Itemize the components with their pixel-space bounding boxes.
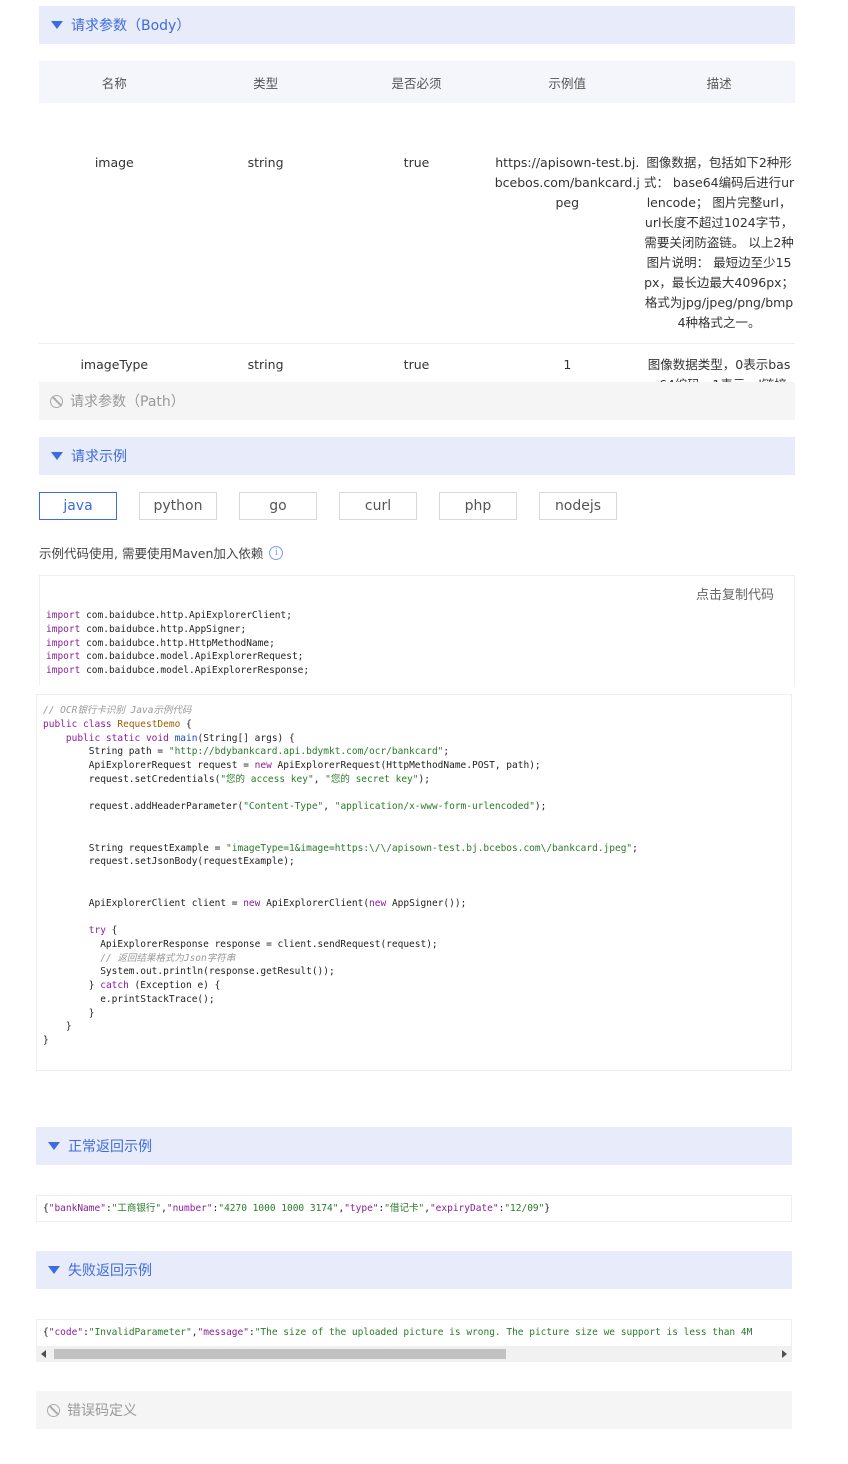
header-name: 名称 (39, 61, 190, 103)
section-title: 请求参数（Body） (71, 18, 191, 34)
table-row: image string true https://apisown-test.b… (39, 103, 795, 344)
imports-code: import com.baidubce.http.ApiExplorerClie… (46, 610, 310, 676)
header-type: 类型 (189, 61, 342, 103)
horizontal-scrollbar[interactable] (36, 1346, 792, 1362)
header-example: 示例值 (491, 61, 644, 103)
scroll-right-icon[interactable] (782, 1350, 787, 1358)
ban-icon (47, 1403, 60, 1417)
section-body-params[interactable]: 请求参数（Body） (39, 6, 795, 44)
caret-down-icon (51, 452, 63, 460)
section-request-example[interactable]: 请求示例 (39, 437, 795, 475)
cell-description: 图像数据，包括如下2种形式： base64编码后进行urlencode； 图片完… (643, 103, 795, 344)
language-tabs: java python go curl php nodejs (39, 492, 639, 520)
tab-curl[interactable]: curl (339, 492, 417, 520)
header-description: 描述 (643, 61, 795, 103)
main-code: // OCR银行卡识别 Java示例代码 public class Reques… (43, 705, 638, 1046)
section-error-codes[interactable]: 错误码定义 (36, 1391, 792, 1429)
normal-response-code: {"bankName":"工商银行","number":"4270 1000 1… (36, 1195, 792, 1222)
caret-down-icon (48, 1142, 60, 1150)
failed-response-code: {"code":"InvalidParameter","message":"Th… (36, 1319, 792, 1346)
params-table: 名称 类型 是否必须 示例值 描述 image string true http… (39, 61, 795, 405)
imports-code-box: 点击复制代码 import com.baidubce.http.ApiExplo… (39, 575, 795, 685)
cell-required: true (341, 103, 492, 344)
section-title: 错误码定义 (67, 1403, 137, 1419)
section-path-params[interactable]: 请求参数（Path） (39, 382, 795, 420)
caret-down-icon (48, 1266, 60, 1274)
tab-java[interactable]: java (39, 492, 117, 520)
scrollbar-thumb[interactable] (54, 1349, 506, 1359)
section-normal-response[interactable]: 正常返回示例 (36, 1127, 792, 1165)
cell-example: https://apisown-test.bj.bcebos.com/bankc… (491, 103, 644, 344)
info-icon[interactable]: i (269, 545, 284, 560)
section-title: 请求示例 (71, 449, 127, 465)
section-title: 失败返回示例 (68, 1263, 152, 1279)
copy-code-button[interactable]: 点击复制代码 (696, 584, 774, 603)
section-title: 正常返回示例 (68, 1139, 152, 1155)
tab-go[interactable]: go (239, 492, 317, 520)
cell-type: string (189, 103, 342, 344)
code-note-text: 示例代码使用, 需要使用Maven加入依赖 (39, 546, 264, 561)
caret-down-icon (51, 21, 63, 29)
section-failed-response[interactable]: 失败返回示例 (36, 1251, 792, 1289)
tab-php[interactable]: php (439, 492, 517, 520)
cell-name: image (39, 103, 190, 344)
main-code-box: // OCR银行卡识别 Java示例代码 public class Reques… (36, 694, 792, 1071)
scroll-left-icon[interactable] (41, 1350, 46, 1358)
tab-nodejs[interactable]: nodejs (539, 492, 617, 520)
section-title: 请求参数（Path） (70, 394, 185, 410)
code-note: 示例代码使用, 需要使用Maven加入依赖 i (39, 543, 284, 562)
tab-python[interactable]: python (139, 492, 217, 520)
ban-icon (50, 394, 63, 408)
header-required: 是否必须 (341, 61, 492, 103)
